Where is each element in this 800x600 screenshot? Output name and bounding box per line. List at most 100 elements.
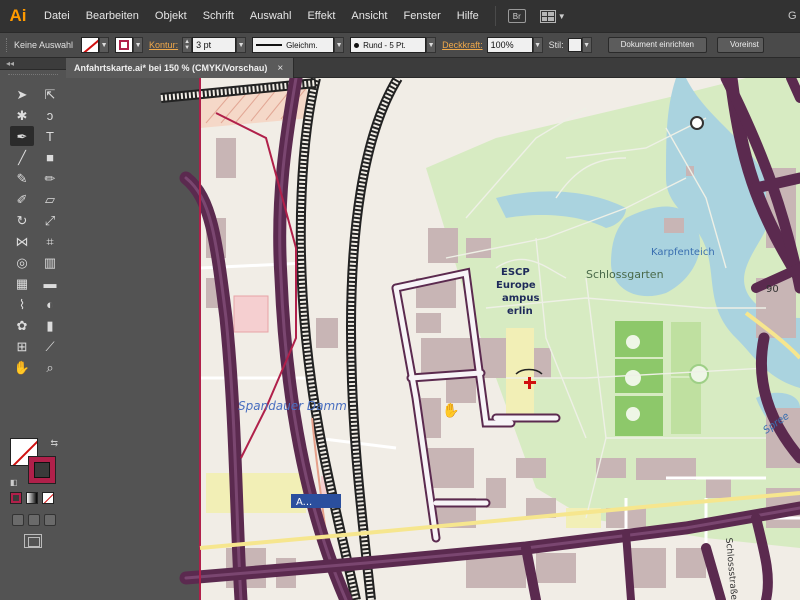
tools-panel: ◂◂ ➤ ⇱ ✱ ↄ ✒ T ╱ ■ ✎ ✏ ✐ ▱ ↻ ⤢ ⋈ ⌗ ◎ ▥ ▦ ▬ ⌇ ◐ ✿ ▮ ⊞ ⟋ ✋ ⌕ ⇆ ◧ bbox=[0, 58, 66, 600]
default-fill-stroke-icon[interactable]: ◧ bbox=[10, 478, 18, 487]
pencil-tool-icon[interactable]: ✏ bbox=[38, 168, 62, 188]
pen-tool-icon[interactable]: ✒ bbox=[10, 126, 34, 146]
profile-label: Gleichm. bbox=[286, 40, 318, 50]
stroke-panel-link[interactable]: Kontur: bbox=[149, 40, 178, 50]
opacity-panel-link[interactable]: Deckkraft: bbox=[442, 40, 483, 50]
draw-inside-button[interactable] bbox=[44, 514, 56, 526]
map-artwork[interactable]: ✋ A... ESCP Europe ampus erlin Schlossga… bbox=[66, 78, 800, 600]
scale-tool-icon[interactable]: ⤢ bbox=[38, 210, 62, 230]
highlighted-building bbox=[233, 295, 269, 333]
magic-wand-tool-icon[interactable]: ✱ bbox=[10, 105, 34, 125]
eyedropper-tool-icon[interactable]: ⌇ bbox=[10, 294, 34, 314]
shape-builder-tool-icon[interactable]: ◎ bbox=[10, 252, 34, 272]
menu-ansicht[interactable]: Ansicht bbox=[343, 0, 395, 32]
canvas-area[interactable]: ✋ A... ESCP Europe ampus erlin Schlossga… bbox=[66, 78, 800, 600]
variable-width-profile[interactable]: Gleichm. bbox=[252, 37, 335, 53]
bridge-button[interactable]: Br bbox=[507, 9, 526, 23]
graphic-style-swatch[interactable] bbox=[567, 38, 582, 52]
menu-fenster[interactable]: Fenster bbox=[395, 0, 448, 32]
blob-brush-tool-icon[interactable]: ✐ bbox=[10, 189, 34, 209]
label-escp-3: ampus bbox=[502, 293, 539, 304]
stroke-weight-stepper[interactable]: ▲ ▼ bbox=[182, 37, 193, 53]
opacity-field[interactable]: 100% bbox=[486, 37, 533, 53]
fountain-circle bbox=[625, 370, 641, 386]
label-escp-1: ESCP bbox=[501, 267, 530, 278]
brush-dropdown[interactable]: ▼ bbox=[426, 37, 437, 53]
workspace-layout-icon bbox=[539, 9, 556, 23]
width-tool-icon[interactable]: ⋈ bbox=[10, 231, 34, 251]
control-bar: Keine Auswahl ▼ ▼ Kontur: ▲ ▼ 3 pt ▼ Glei… bbox=[0, 32, 800, 58]
close-icon[interactable]: × bbox=[277, 63, 283, 74]
line-tool-icon[interactable]: ╱ bbox=[10, 147, 34, 167]
menu-datei[interactable]: Datei bbox=[36, 0, 78, 32]
label-escp-4: erlin bbox=[507, 306, 533, 317]
menu-auswahl[interactable]: Auswahl bbox=[242, 0, 300, 32]
workspace-switcher[interactable]: ▼ bbox=[539, 9, 566, 23]
gradient-tool-icon[interactable]: ▬ bbox=[38, 273, 62, 293]
swap-fill-stroke-icon[interactable]: ⇆ bbox=[50, 438, 58, 449]
selection-tool-icon[interactable]: ➤ bbox=[10, 84, 34, 104]
stroke-dropdown[interactable]: ▼ bbox=[133, 37, 144, 53]
fountain-circle bbox=[626, 407, 640, 421]
stroke-weight-dropdown[interactable]: ▼ bbox=[236, 37, 247, 53]
color-mode-button[interactable] bbox=[10, 492, 22, 504]
type-tool-icon[interactable]: T bbox=[38, 126, 62, 146]
stroke-swatch[interactable] bbox=[115, 37, 134, 53]
draw-behind-button[interactable] bbox=[28, 514, 40, 526]
menu-bearbeiten[interactable]: Bearbeiten bbox=[78, 0, 147, 32]
menu-separator bbox=[494, 6, 496, 26]
document-setup-button[interactable]: Dokument einrichten bbox=[607, 37, 707, 53]
preferences-button[interactable]: Voreinst bbox=[716, 37, 764, 53]
screen-mode-icon[interactable] bbox=[24, 534, 42, 548]
label-karpfenteich: Karpfenteich bbox=[651, 247, 715, 258]
style-dropdown[interactable]: ▼ bbox=[581, 37, 592, 53]
blend-tool-icon[interactable]: ◐ bbox=[38, 294, 62, 314]
symbol-sprayer-tool-icon[interactable]: ✿ bbox=[10, 315, 34, 335]
menu-effekt[interactable]: Effekt bbox=[299, 0, 343, 32]
lasso-tool-icon[interactable]: ↄ bbox=[38, 105, 62, 125]
eraser-tool-icon[interactable]: ▱ bbox=[38, 189, 62, 209]
fill-stroke-widget: ⇆ ◧ bbox=[10, 438, 58, 487]
document-tab-title: Anfahrtskarte.ai* bei 150 % (CMYK/Vorsch… bbox=[74, 63, 268, 73]
rectangle-tool-icon[interactable]: ■ bbox=[38, 147, 62, 167]
opacity-dropdown[interactable]: ▼ bbox=[532, 37, 543, 53]
perspective-grid-tool-icon[interactable]: ▥ bbox=[38, 252, 62, 272]
zoom-tool-icon[interactable]: ⌕ bbox=[38, 357, 62, 377]
direct-selection-tool-icon[interactable]: ⇱ bbox=[38, 84, 62, 104]
drawing-modes-row bbox=[12, 514, 56, 526]
stroke-color-box[interactable] bbox=[28, 456, 56, 484]
rotate-tool-icon[interactable]: ↻ bbox=[10, 210, 34, 230]
color-mode-row bbox=[10, 492, 54, 504]
menu-schrift[interactable]: Schrift bbox=[195, 0, 242, 32]
tools-panel-grip[interactable] bbox=[8, 74, 58, 84]
slice-tool-icon[interactable]: ⟋ bbox=[38, 336, 62, 356]
fill-swatch[interactable] bbox=[81, 37, 100, 53]
draw-normal-button[interactable] bbox=[12, 514, 24, 526]
institution-zone bbox=[506, 328, 534, 418]
hand-tool-icon[interactable]: ✋ bbox=[10, 357, 34, 377]
paintbrush-tool-icon[interactable]: ✎ bbox=[10, 168, 34, 188]
panel-grip[interactable] bbox=[6, 38, 10, 52]
free-transform-tool-icon[interactable]: ⌗ bbox=[38, 231, 62, 251]
app-logo: Ai bbox=[9, 6, 27, 25]
tram-stop-icon bbox=[690, 116, 704, 130]
search-field-partial[interactable]: G bbox=[788, 0, 800, 32]
label-schlossgarten: Schlossgarten bbox=[586, 268, 664, 281]
menu-bar: Ai Datei Bearbeiten Objekt Schrift Auswahl Ef… bbox=[0, 0, 800, 32]
stroke-weight-field[interactable]: 3 pt bbox=[192, 37, 237, 53]
fountain-circle bbox=[689, 364, 709, 384]
artboard-tool-icon[interactable]: ⊞ bbox=[10, 336, 34, 356]
brush-definition[interactable]: Rund - 5 Pt. bbox=[350, 37, 427, 53]
hand-cursor-icon: ✋ bbox=[442, 402, 459, 419]
document-tab-bar: Anfahrtskarte.ai* bei 150 % (CMYK/Vorsch… bbox=[66, 58, 800, 78]
gradient-mode-button[interactable] bbox=[26, 492, 38, 504]
document-tab[interactable]: Anfahrtskarte.ai* bei 150 % (CMYK/Vorsch… bbox=[66, 58, 295, 78]
none-mode-button[interactable] bbox=[42, 492, 54, 504]
menu-objekt[interactable]: Objekt bbox=[147, 0, 195, 32]
mesh-tool-icon[interactable]: ▦ bbox=[10, 273, 34, 293]
tools-panel-collapse[interactable]: ◂◂ bbox=[0, 58, 66, 70]
fill-dropdown[interactable]: ▼ bbox=[99, 37, 110, 53]
menu-hilfe[interactable]: Hilfe bbox=[449, 0, 487, 32]
profile-dropdown[interactable]: ▼ bbox=[334, 37, 345, 53]
column-graph-tool-icon[interactable]: ▮ bbox=[38, 315, 62, 335]
